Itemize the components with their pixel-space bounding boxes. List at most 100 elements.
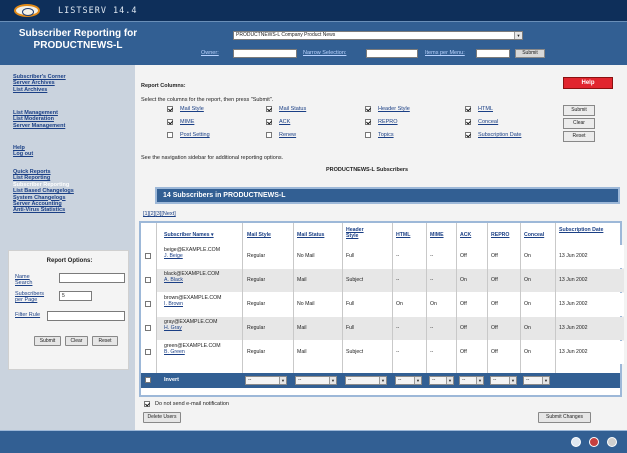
checkbox[interactable]: [167, 119, 173, 125]
options-submit-button[interactable]: Submit: [34, 336, 61, 346]
header-header-style[interactable]: Header Style: [346, 227, 376, 239]
header-subscription-date[interactable]: Subscription Date: [559, 227, 604, 233]
invert-bar: Invert -- ▼ -- ▼ -- ▼ -- ▼ -- ▼ -- ▼ -- ▼ -- ▼: [141, 373, 620, 388]
row-header-style: Full: [346, 253, 355, 259]
invert-select-html[interactable]: -- ▼: [395, 376, 422, 385]
column-option-ack[interactable]: ACK: [266, 119, 290, 125]
subscribers-per-page-input[interactable]: 5: [59, 291, 92, 301]
column-divider: [342, 223, 343, 373]
name-search-label[interactable]: Name Search: [15, 274, 37, 286]
invert-select-mail-style[interactable]: -- ▼: [245, 376, 287, 385]
invert-select-mime[interactable]: -- ▼: [429, 376, 454, 385]
checkbox[interactable]: [365, 132, 371, 138]
column-option-header-style[interactable]: Header Style: [365, 106, 410, 112]
users-icon[interactable]: [607, 437, 617, 447]
checkbox[interactable]: [167, 106, 173, 112]
table-header-row: Subscriber Names ▾ Mail Style Mail Statu…: [141, 223, 620, 245]
columns-reset-button[interactable]: Reset: [563, 131, 595, 142]
row-header-style: Subject: [346, 277, 364, 283]
header-subscriber-names[interactable]: Subscriber Names ▾: [164, 232, 226, 238]
column-option-post-setting[interactable]: Post Setting: [167, 132, 210, 138]
no-email-notification-option[interactable]: Do not send e-mail notification: [144, 401, 229, 407]
header-repro[interactable]: REPRO: [491, 232, 509, 238]
header-mime[interactable]: MIME: [430, 232, 444, 238]
next-page-link[interactable]: [Next]: [161, 211, 175, 217]
row-mail-style: Regular: [247, 301, 266, 307]
header-submit-button[interactable]: Submit: [515, 49, 545, 58]
checkbox[interactable]: [266, 132, 272, 138]
checkbox[interactable]: [465, 106, 471, 112]
options-reset-button[interactable]: Reset: [92, 336, 118, 346]
checkbox[interactable]: [465, 119, 471, 125]
list-select[interactable]: PRODUCTNEWS-L Company Product News ▼: [233, 31, 523, 40]
invert-select-conceal[interactable]: -- ▼: [523, 376, 550, 385]
checkbox[interactable]: [266, 119, 272, 125]
filter-rule-input[interactable]: [47, 311, 125, 321]
heart-icon[interactable]: [571, 437, 581, 447]
row-mail-style: Regular: [247, 349, 266, 355]
items-per-menu-label[interactable]: Items per Menu:: [425, 50, 465, 56]
column-option-topics[interactable]: Topics: [365, 132, 394, 138]
row-name[interactable]: B. Green: [164, 349, 185, 355]
row-checkbox[interactable]: [145, 349, 151, 355]
column-option-mail-status[interactable]: Mail Status: [266, 106, 306, 112]
sidebar: Subscriber's Corner Server Archives List…: [0, 65, 135, 430]
columns-submit-button[interactable]: Submit: [563, 105, 595, 116]
checkbox[interactable]: [266, 106, 272, 112]
column-option-subscription-date[interactable]: Subscription Date: [465, 132, 521, 138]
delete-users-button[interactable]: Delete Users: [143, 412, 181, 423]
listserv-logo: [14, 4, 40, 17]
name-search-input[interactable]: [59, 273, 125, 283]
options-clear-button[interactable]: Clear: [65, 336, 88, 346]
columns-clear-button[interactable]: Clear: [563, 118, 595, 129]
header-conceal[interactable]: Conceal: [524, 232, 544, 238]
report-options-panel: Report Options: Name Search Subscribers …: [8, 250, 129, 370]
checkbox[interactable]: [365, 106, 371, 112]
header-html[interactable]: HTML: [396, 232, 410, 238]
column-option-mail-style[interactable]: Mail Style: [167, 106, 204, 112]
checkbox[interactable]: [465, 132, 471, 138]
column-option-repro[interactable]: REPRO: [365, 119, 398, 125]
row-checkbox[interactable]: [145, 301, 151, 307]
column-option-mime[interactable]: MIME: [167, 119, 194, 125]
row-name[interactable]: A. Black: [164, 277, 183, 283]
checkbox[interactable]: [167, 132, 173, 138]
narrow-selection-label[interactable]: Narrow Selection:: [303, 50, 346, 56]
nav-server-management[interactable]: Server Management: [13, 123, 65, 129]
filter-rule-label[interactable]: Filter Rule: [15, 312, 40, 318]
column-option-html[interactable]: HTML: [465, 106, 493, 112]
narrow-selection-input[interactable]: [366, 49, 418, 58]
subscribers-per-page-label[interactable]: Subscribers per Page: [15, 291, 47, 303]
no-email-checkbox[interactable]: [144, 401, 150, 407]
owner-input[interactable]: [233, 49, 297, 58]
row-name[interactable]: J. Beige: [164, 253, 183, 259]
nav-list-archives[interactable]: List Archives: [13, 87, 66, 93]
owner-label[interactable]: Owner:: [201, 50, 219, 56]
column-option-renew[interactable]: Renew: [266, 132, 296, 138]
row-name[interactable]: I. Brown: [164, 301, 183, 307]
no-email-label: Do not send e-mail notification: [155, 401, 229, 407]
invert-select-mail-status[interactable]: -- ▼: [295, 376, 337, 385]
row-checkbox[interactable]: [145, 277, 151, 283]
row-checkbox[interactable]: [145, 253, 151, 259]
header-mail-status[interactable]: Mail Status: [297, 232, 324, 238]
row-repro: Off: [491, 325, 498, 331]
invert-checkbox[interactable]: [145, 377, 151, 383]
invert-select-ack[interactable]: -- ▼: [459, 376, 484, 385]
invert-select-repro[interactable]: -- ▼: [490, 376, 517, 385]
help-circle-icon[interactable]: [589, 437, 599, 447]
nav-list-based-changelogs[interactable]: List Based Changelogs: [13, 188, 74, 194]
submit-changes-button[interactable]: Submit Changes: [538, 412, 591, 423]
column-divider: [293, 223, 294, 373]
header-mail-style[interactable]: Mail Style: [247, 232, 271, 238]
row-name[interactable]: H. Gray: [164, 325, 182, 331]
row-checkbox[interactable]: [145, 325, 151, 331]
invert-select-header-style[interactable]: -- ▼: [345, 376, 387, 385]
nav-anti-virus-statistics[interactable]: Anti-Virus Statistics: [13, 207, 74, 213]
nav-log-out[interactable]: Log out: [13, 151, 33, 157]
items-per-menu-input[interactable]: [476, 49, 510, 58]
help-button[interactable]: Help: [563, 77, 613, 89]
checkbox[interactable]: [365, 119, 371, 125]
header-ack[interactable]: ACK: [460, 232, 471, 238]
column-option-conceal[interactable]: Conceal: [465, 119, 498, 125]
